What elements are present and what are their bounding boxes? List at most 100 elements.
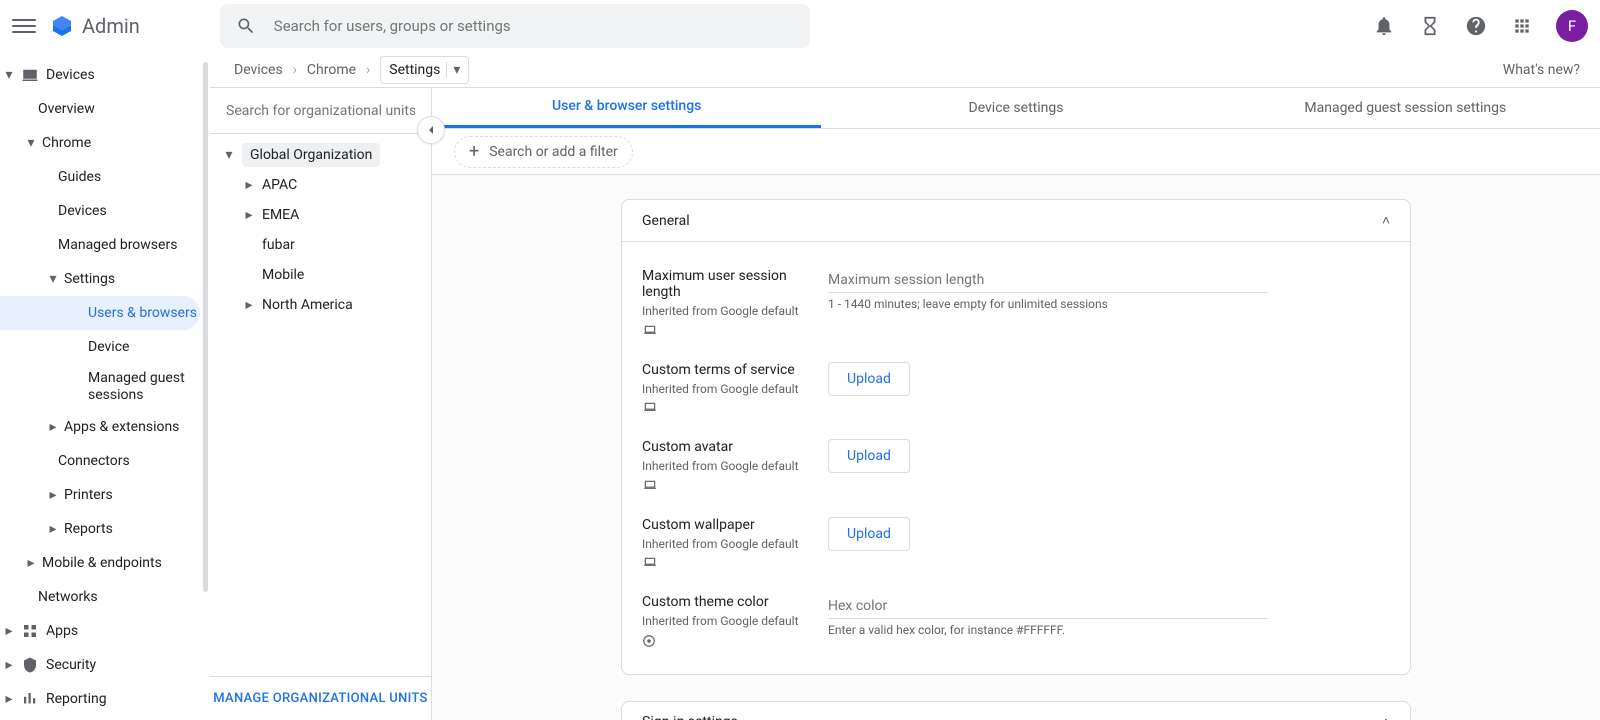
setting-max-session: Maximum user session length Inherited fr…	[642, 256, 1390, 350]
tab-user-browser[interactable]: User & browser settings	[432, 88, 821, 128]
org-panel: ▾ Global Organization ▸ APAC ▸ EMEA fuba…	[210, 88, 432, 720]
caret-right-icon: ▸	[244, 297, 254, 313]
chevron-right-icon: ›	[293, 62, 297, 78]
apps-icon	[20, 621, 40, 641]
sidebar-item-security[interactable]: ▸ Security	[0, 648, 209, 682]
caret-right-icon: ▸	[48, 490, 58, 500]
laptop-icon	[642, 479, 814, 493]
sidebar-item-printers[interactable]: ▸ Printers	[0, 478, 209, 512]
chevron-down-icon: ▾	[446, 62, 460, 78]
caret-right-icon: ▸	[48, 422, 58, 432]
app-name: Admin	[82, 14, 140, 38]
app-logo[interactable]: Admin	[50, 14, 140, 38]
chrome-icon	[642, 634, 814, 648]
crumb-settings-dropdown[interactable]: Settings ▾	[380, 56, 469, 84]
org-tree: ▾ Global Organization ▸ APAC ▸ EMEA fuba…	[210, 134, 431, 676]
caret-right-icon: ▸	[26, 558, 36, 568]
scrollbar[interactable]	[203, 62, 208, 592]
tab-guest[interactable]: Managed guest session settings	[1211, 88, 1600, 128]
caret-right-icon: ▸	[244, 177, 254, 193]
laptop-icon	[642, 324, 814, 338]
chevron-left-icon	[423, 122, 439, 138]
bell-icon[interactable]	[1372, 14, 1396, 38]
hourglass-icon[interactable]	[1418, 14, 1442, 38]
global-search-input[interactable]	[272, 16, 796, 36]
sidebar-item-overview[interactable]: Overview	[0, 92, 209, 126]
org-root[interactable]: ▾ Global Organization	[210, 140, 431, 170]
filter-bar: + Search or add a filter	[432, 129, 1600, 175]
sidebar-item-reports[interactable]: ▸ Reports	[0, 512, 209, 546]
org-item[interactable]: ▸ APAC	[210, 170, 431, 200]
left-nav: ▾ Devices Overview ▾ Chrome Guides Devic…	[0, 52, 210, 720]
sidebar-item-users-browsers[interactable]: Users & browsers	[0, 296, 200, 330]
caret-right-icon: ▸	[4, 626, 14, 636]
collapse-org-panel-button[interactable]	[417, 116, 445, 144]
avatar[interactable]: F	[1556, 10, 1588, 42]
avatar-upload-button[interactable]: Upload	[828, 439, 910, 473]
sidebar-item-managed-guest[interactable]: Managed guest sessions	[0, 364, 209, 410]
sidebar-item-managed-browsers[interactable]: Managed browsers	[0, 228, 209, 262]
sidebar-item-device[interactable]: Device	[0, 330, 209, 364]
org-item[interactable]: fubar	[210, 230, 431, 260]
whats-new-link[interactable]: What's new?	[1503, 62, 1600, 78]
card-general-header[interactable]: General ˄	[622, 200, 1410, 242]
global-search[interactable]	[220, 4, 810, 48]
sidebar-item-networks[interactable]: Networks	[0, 580, 209, 614]
org-item[interactable]: Mobile	[210, 260, 431, 290]
card-signin: Sign-in settings ˄ Browser sign-in setti…	[621, 701, 1411, 720]
devices-icon	[20, 65, 40, 85]
laptop-icon	[642, 401, 814, 415]
sidebar-item-billing[interactable]: ▸ Billing	[0, 716, 209, 720]
settings-panel: User & browser settings Device settings …	[432, 88, 1600, 720]
sidebar-item-guides[interactable]: Guides	[0, 160, 209, 194]
settings-scroll[interactable]: General ˄ Maximum user session length In…	[432, 175, 1600, 720]
caret-down-icon: ▾	[224, 147, 234, 163]
setting-wallpaper: Custom wallpaper Inherited from Google d…	[642, 505, 1390, 583]
tab-device[interactable]: Device settings	[821, 88, 1210, 128]
tos-upload-button[interactable]: Upload	[828, 362, 910, 396]
settings-tabs: User & browser settings Device settings …	[432, 88, 1600, 129]
setting-tos: Custom terms of service Inherited from G…	[642, 350, 1390, 428]
wallpaper-upload-button[interactable]: Upload	[828, 517, 910, 551]
apps-grid-icon[interactable]	[1510, 14, 1534, 38]
sidebar-item-apps-extensions[interactable]: ▸ Apps & extensions	[0, 410, 209, 444]
card-signin-header[interactable]: Sign-in settings ˄	[622, 702, 1410, 720]
sidebar-item-chrome[interactable]: ▾ Chrome	[0, 126, 209, 160]
theme-color-input[interactable]	[828, 594, 1268, 619]
org-item[interactable]: ▸ North America	[210, 290, 431, 320]
caret-right-icon: ▸	[244, 207, 254, 223]
caret-right-icon: ▸	[4, 660, 14, 670]
sidebar-item-devices[interactable]: ▾ Devices	[0, 58, 209, 92]
breadcrumb: Devices › Chrome › Settings ▾ What's new…	[210, 52, 1600, 88]
topbar: Admin F	[0, 0, 1600, 52]
logo-icon	[50, 14, 74, 38]
chart-icon	[20, 689, 40, 709]
topbar-right: F	[1372, 10, 1588, 42]
org-item[interactable]: ▸ EMEA	[210, 200, 431, 230]
sidebar-item-mobile[interactable]: ▸ Mobile & endpoints	[0, 546, 209, 580]
menu-icon[interactable]	[12, 14, 36, 38]
crumb-chrome[interactable]: Chrome	[307, 62, 356, 78]
caret-right-icon: ▸	[48, 524, 58, 534]
setting-theme-color: Custom theme color Inherited from Google…	[642, 582, 1390, 660]
card-general: General ˄ Maximum user session length In…	[621, 199, 1411, 675]
sidebar-item-settings[interactable]: ▾ Settings	[0, 262, 209, 296]
org-search[interactable]	[210, 88, 431, 134]
plus-icon: +	[469, 141, 479, 162]
search-icon	[234, 14, 258, 38]
chevron-right-icon: ›	[366, 62, 370, 78]
sidebar-item-apps[interactable]: ▸ Apps	[0, 614, 209, 648]
manage-org-units-button[interactable]: MANAGE ORGANIZATIONAL UNITS	[210, 676, 431, 720]
sidebar-item-connectors[interactable]: Connectors	[0, 444, 209, 478]
max-session-input[interactable]	[828, 268, 1268, 293]
help-icon[interactable]	[1464, 14, 1488, 38]
caret-down-icon: ▾	[48, 274, 58, 284]
sidebar-item-chrome-devices[interactable]: Devices	[0, 194, 209, 228]
org-search-input[interactable]	[224, 102, 417, 120]
setting-avatar: Custom avatar Inherited from Google defa…	[642, 427, 1390, 505]
caret-down-icon: ▾	[4, 70, 14, 80]
add-filter-button[interactable]: + Search or add a filter	[454, 136, 633, 168]
sidebar-item-reporting[interactable]: ▸ Reporting	[0, 682, 209, 716]
crumb-devices[interactable]: Devices	[234, 62, 283, 78]
chevron-up-icon: ˄	[1382, 212, 1390, 229]
